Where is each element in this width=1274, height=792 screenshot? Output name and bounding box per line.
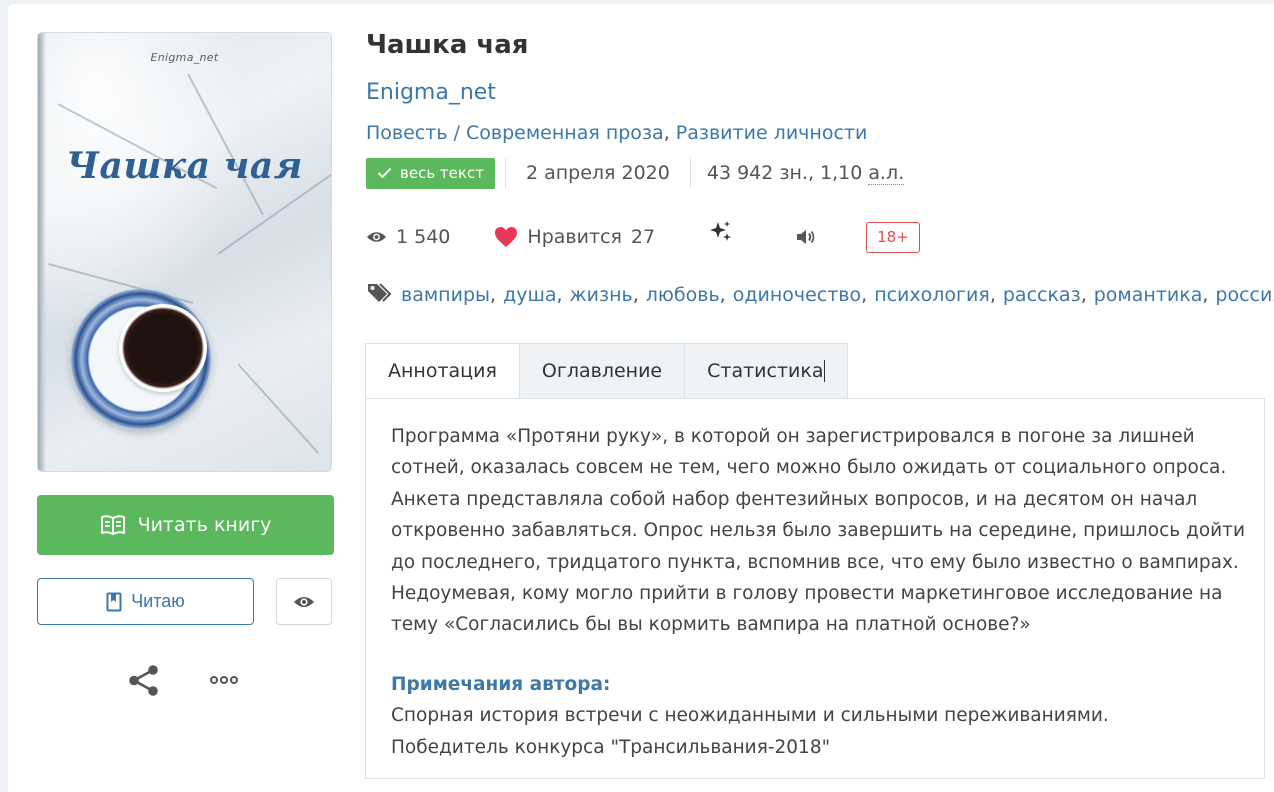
tag-link[interactable]: романтика (1094, 284, 1203, 306)
tag-link[interactable]: любовь (646, 284, 720, 306)
meta-row: весь текст 2 апреля 2020 43 942 зн., 1,1… (366, 157, 905, 189)
share-icon[interactable] (127, 664, 160, 697)
watch-button[interactable] (276, 578, 332, 625)
author-note-line: Победитель конкурса "Трансильвания-2018" (391, 736, 831, 758)
tabs: Аннотация Оглавление Статистика (365, 343, 849, 399)
tag-link[interactable]: россия (1215, 284, 1274, 306)
age-rating-badge: 18+ (866, 221, 920, 253)
genre-separator: / (447, 122, 466, 144)
book-title: Чашка чая (366, 30, 529, 60)
genre-link[interactable]: Развитие личности (676, 122, 868, 144)
tag-link[interactable]: одиночество (733, 284, 861, 306)
eye-icon (366, 232, 387, 242)
bookmark-book-icon (106, 592, 122, 611)
teacup (119, 304, 207, 392)
cover-spine (38, 33, 46, 471)
cover-title: Чашка чая (66, 145, 303, 187)
reading-button[interactable]: Читаю (37, 578, 254, 625)
full-text-label: весь текст (400, 164, 484, 182)
full-text-badge: весь текст (366, 157, 495, 189)
eye-icon (294, 596, 314, 607)
tab-annotation[interactable]: Аннотация (365, 343, 520, 399)
annotation-line: сотней, оказалась совсем не тем, чего мо… (391, 457, 1227, 479)
annotation-line: Программа «Протяни руку», в которой он з… (391, 426, 1195, 447)
reading-label: Читаю (131, 591, 185, 611)
tag-link[interactable]: душа (503, 284, 556, 306)
likes-stat[interactable]: Нравится 27 (494, 226, 655, 248)
annotation-line: Анкета представляла собой набор фентезий… (391, 488, 1198, 510)
annotation-line: откровенно забавляться. Опрос нельзя был… (391, 520, 1245, 542)
annotation-panel: Программа «Протяни руку», в которой он з… (365, 398, 1265, 779)
tag-link[interactable]: вампиры (401, 284, 490, 306)
more-options-icon[interactable] (209, 671, 239, 689)
likes-count: 27 (630, 226, 656, 248)
author-link[interactable]: Enigma_net (366, 80, 496, 105)
stats-row: 1 540 Нравится 27 18+ (366, 220, 920, 253)
cover-author: Enigma_net (150, 51, 219, 64)
heart-icon[interactable] (494, 226, 518, 248)
annotation-line: Недоумевая, кому могло прийти в голову п… (391, 583, 1223, 605)
read-book-button[interactable]: Читать книгу (37, 495, 334, 555)
teacup-image (71, 289, 211, 429)
size-value: 43 942 зн., 1,10 (706, 162, 869, 184)
tags-icon (368, 283, 392, 302)
genres: Повесть / Современная проза, Развитие ли… (366, 122, 868, 144)
tag-link[interactable]: психология (874, 284, 990, 306)
genre-link[interactable]: Современная проза (466, 122, 664, 144)
open-book-icon (100, 515, 125, 535)
tab-statistics-label: Статистика (707, 360, 824, 382)
likes-label: Нравится (527, 226, 622, 248)
read-book-label: Читать книгу (137, 514, 272, 536)
views-count: 1 540 (396, 226, 451, 248)
publish-date: 2 апреля 2020 (525, 162, 670, 184)
book-cover[interactable]: Enigma_net Чашка чая (38, 33, 331, 471)
annotation-line: до последнего, тридцатого пункта, вспомн… (391, 551, 1239, 573)
author-notes-heading: Примечания автора: (391, 673, 611, 695)
author-note-line: Спорная история встречи с неожиданными и… (391, 705, 1109, 727)
tag-link[interactable]: рассказ (1003, 284, 1081, 306)
tag-link[interactable]: жизнь (570, 284, 633, 306)
text-cursor (824, 360, 826, 382)
marble-vein (237, 363, 320, 454)
speaker-icon[interactable] (795, 228, 817, 246)
tab-contents[interactable]: Оглавление (519, 343, 686, 399)
book-size: 43 942 зн., 1,10 а.л. (691, 162, 905, 185)
genre-link-form[interactable]: Повесть (366, 122, 448, 144)
annotation-line: тему «Согласились бы вы кормить вампира … (391, 614, 1031, 636)
views-stat: 1 540 (366, 226, 450, 248)
check-icon (377, 167, 392, 179)
tags-row: вампиры, душа, жизнь, любовь, одиночеств… (366, 283, 1274, 306)
tab-statistics[interactable]: Статистика (685, 343, 849, 399)
sparkles-icon[interactable] (709, 220, 733, 244)
size-unit[interactable]: а.л. (868, 162, 905, 185)
